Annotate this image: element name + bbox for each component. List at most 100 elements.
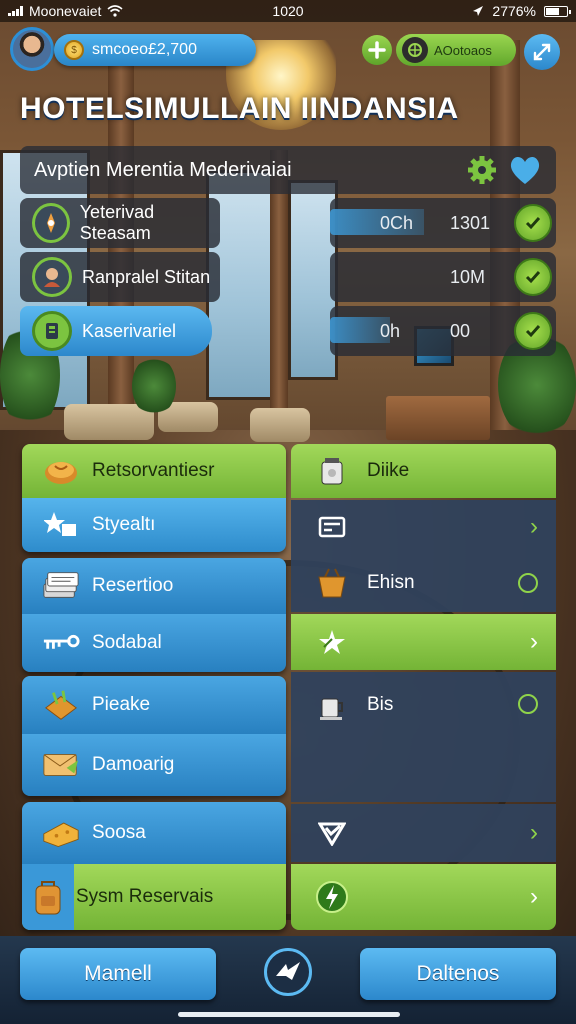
menu-item-label: Sysm Reservais bbox=[76, 886, 214, 907]
menu-card-4: Soosa Sysm Reservais bbox=[22, 802, 286, 930]
menu-item-label: Resertioo bbox=[92, 575, 174, 596]
right-menu-item-ehisn[interactable]: Ehisn bbox=[291, 554, 556, 612]
check-icon[interactable] bbox=[514, 258, 552, 296]
status-row-label: Kaserivariel bbox=[82, 320, 177, 341]
menu-item-soosa[interactable]: Soosa bbox=[22, 802, 286, 864]
star-icon bbox=[313, 625, 351, 659]
food-tray-icon bbox=[42, 688, 80, 722]
map-button-label: AOotoaos bbox=[434, 42, 492, 58]
menu-card-3: Pieake Damoarig bbox=[22, 676, 286, 796]
status-bar: Moonevaiet 1020 2776% bbox=[0, 0, 576, 22]
home-indicator[interactable] bbox=[178, 1012, 400, 1017]
wifi-icon bbox=[107, 5, 123, 17]
chevron-right-icon: › bbox=[530, 819, 538, 846]
status-row-value: 00 bbox=[450, 320, 471, 341]
menu-item-reservation[interactable]: Resertioo bbox=[22, 558, 286, 614]
chevron-right-icon: › bbox=[530, 513, 538, 540]
status-row-3[interactable]: Kaserivariel bbox=[20, 306, 212, 356]
envelope-icon bbox=[42, 748, 80, 782]
bird-icon bbox=[276, 962, 300, 980]
status-row-2-values: 10M bbox=[330, 252, 556, 302]
lightning-icon bbox=[313, 880, 351, 914]
expand-button[interactable] bbox=[524, 34, 560, 70]
jar-icon bbox=[313, 454, 351, 488]
keycard-icon bbox=[32, 311, 72, 351]
center-bottom-button[interactable] bbox=[264, 948, 312, 996]
menu-item-label: Sodabal bbox=[92, 632, 162, 653]
chevron-right-icon: › bbox=[530, 628, 538, 655]
id-card-icon bbox=[313, 510, 351, 544]
status-row-1[interactable]: Yeterivad Steasam bbox=[20, 198, 220, 248]
left-bottom-button[interactable]: Mamell bbox=[20, 948, 216, 1000]
check-icon[interactable] bbox=[514, 312, 552, 350]
menu-item-style[interactable]: Styealtı bbox=[22, 498, 286, 552]
status-row-3-values: 0h 00 bbox=[330, 306, 556, 356]
menu-item-label: Pieake bbox=[92, 694, 151, 715]
menu-item-restaurant[interactable]: Retsorvantiesr bbox=[22, 444, 286, 498]
plus-icon bbox=[368, 41, 386, 59]
right-menu-item-shield[interactable]: › bbox=[291, 804, 556, 862]
radio-ring-icon bbox=[518, 573, 538, 593]
compass-icon bbox=[32, 203, 70, 243]
status-row-value: 0h bbox=[380, 320, 401, 341]
menu-item-social[interactable]: Sodabal bbox=[22, 614, 286, 672]
bellhop-icon bbox=[32, 257, 72, 297]
panel-header: Avptien Merentia Mederivaiai bbox=[20, 146, 556, 194]
stars-icon bbox=[42, 508, 80, 542]
cheese-icon bbox=[42, 816, 80, 850]
backpack-icon bbox=[22, 864, 74, 930]
radio-ring-icon bbox=[518, 694, 538, 714]
right-menu-item-energy[interactable]: › bbox=[291, 864, 556, 930]
right-menu-item-diike[interactable]: Diike bbox=[291, 444, 556, 498]
signal-icon bbox=[8, 6, 23, 16]
status-row-label: Ranpralel Stitan bbox=[82, 266, 211, 287]
chevron-right-icon: › bbox=[530, 883, 538, 910]
menu-card-1: Retsorvantiesr Styealtı bbox=[22, 444, 286, 552]
check-shield-icon bbox=[313, 816, 351, 850]
menu-item-damoarig[interactable]: Damoarig bbox=[22, 734, 286, 796]
key-icon bbox=[42, 626, 80, 660]
right-menu-item-bis[interactable]: Bis bbox=[291, 672, 556, 802]
coin-icon: $ bbox=[64, 40, 84, 60]
right-menu-label: Diike bbox=[367, 460, 410, 481]
status-row-label: Yeterivad Steasam bbox=[79, 202, 155, 243]
location-icon bbox=[473, 6, 484, 16]
right-menu-label: Ehisn bbox=[367, 572, 415, 593]
bread-icon bbox=[42, 454, 80, 488]
status-row-value: 0Ch bbox=[380, 212, 414, 233]
coin-balance[interactable]: $ smcoeo£2,700 bbox=[54, 34, 256, 66]
right-bottom-button[interactable]: Daltenos bbox=[360, 948, 556, 1000]
right-menu-item-id-card[interactable]: › bbox=[291, 500, 556, 554]
game-title: HOTELSIMULLAIN IINDANSIA bbox=[20, 92, 459, 125]
menu-item-label: Retsorvantiesr bbox=[92, 460, 215, 481]
coffee-icon bbox=[313, 690, 351, 724]
player-avatar[interactable] bbox=[10, 27, 54, 71]
status-row-value: 10M bbox=[450, 266, 486, 287]
expand-icon bbox=[533, 43, 551, 61]
gear-icon[interactable] bbox=[466, 154, 498, 186]
heart-icon[interactable] bbox=[508, 154, 542, 186]
reception-desk bbox=[386, 396, 490, 440]
menu-card-2: Resertioo Sodabal bbox=[22, 558, 286, 672]
status-row-2[interactable]: Ranpralel Stitan bbox=[20, 252, 220, 302]
basket-icon bbox=[313, 566, 351, 600]
menu-item-label: Damoarig bbox=[92, 754, 175, 775]
map-button[interactable]: AOotoaos bbox=[396, 34, 516, 66]
menu-item-label: Styealtı bbox=[92, 514, 156, 535]
battery-icon bbox=[544, 5, 571, 17]
menu-item-system-reservation[interactable]: Sysm Reservais bbox=[22, 864, 286, 930]
right-menu-item-star[interactable]: › bbox=[291, 614, 556, 670]
document-stack-icon bbox=[42, 569, 80, 603]
add-button[interactable] bbox=[362, 35, 392, 65]
status-row-1-values: 0Ch 1301 bbox=[330, 198, 556, 248]
panel-header-text: Avptien Merentia Mederivaiai bbox=[34, 158, 292, 181]
carrier-name: Moonevaiet bbox=[29, 3, 102, 19]
status-row-value: 1301 bbox=[450, 212, 491, 233]
menu-item-pieake[interactable]: Pieake bbox=[22, 676, 286, 734]
right-menu-label: Bis bbox=[367, 694, 394, 715]
check-icon[interactable] bbox=[514, 204, 552, 242]
menu-item-label: Soosa bbox=[92, 822, 146, 843]
coin-amount: smcoeo£2,700 bbox=[92, 41, 197, 58]
map-icon bbox=[402, 37, 428, 63]
battery-percent: 2776% bbox=[492, 3, 536, 19]
